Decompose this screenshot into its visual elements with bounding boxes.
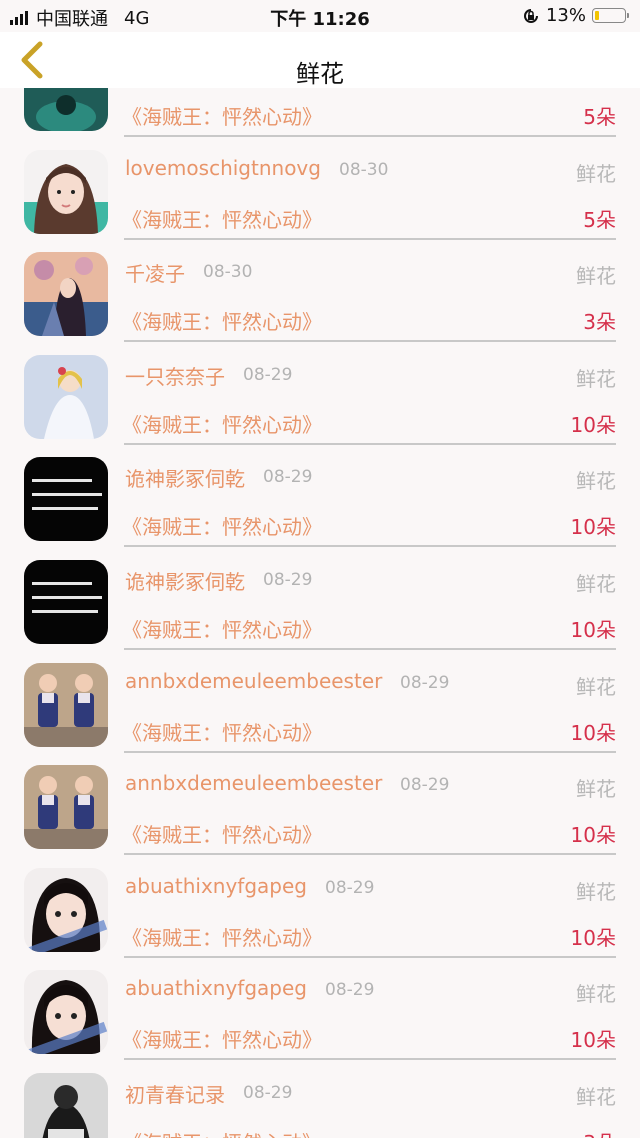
flower-count: 3朵 [583, 310, 616, 335]
avatar[interactable] [24, 559, 108, 644]
gift-date: 08-30 [339, 159, 389, 180]
book-title[interactable]: 《海贼王：怦然心动》 [122, 511, 322, 540]
battery-info: 13% [522, 5, 629, 26]
list-item[interactable]: abuathixnyfgapeg 08-29 鲜花 《海贼王：怦然心动》 10朵 [0, 958, 640, 1061]
gift-type: 鲜花 [576, 264, 616, 289]
flower-count: 10朵 [570, 925, 616, 950]
avatar[interactable] [24, 252, 108, 337]
flower-count: 10朵 [570, 1028, 616, 1053]
book-title[interactable]: 《海贼王：怦然心动》 [122, 819, 322, 848]
gift-type: 鲜花 [576, 1084, 616, 1109]
page-title: 鲜花 [296, 60, 344, 88]
gift-list[interactable]: 《海贼王：怦然心动》 5朵 lovemoschigtnnovg 08-30 鲜花… [0, 88, 640, 1138]
book-title[interactable]: 《海贼王：怦然心动》 [122, 614, 322, 643]
list-item[interactable]: 千凌子 08-30 鲜花 《海贼王：怦然心动》 3朵 [0, 240, 640, 343]
gift-date: 08-29 [325, 877, 375, 898]
avatar[interactable] [24, 662, 108, 747]
gift-type: 鲜花 [576, 571, 616, 596]
flower-count: 10朵 [570, 515, 616, 540]
list-item[interactable]: 《海贼王：怦然心动》 5朵 [0, 88, 640, 138]
avatar[interactable] [24, 1072, 108, 1138]
avatar[interactable] [24, 354, 108, 439]
list-item[interactable]: annbxdemeuleembeester 08-29 鲜花 《海贼王：怦然心动… [0, 651, 640, 754]
navigation-bar: 鲜花 [0, 32, 640, 88]
list-item[interactable]: annbxdemeuleembeester 08-29 鲜花 《海贼王：怦然心动… [0, 753, 640, 856]
gift-date: 08-29 [400, 672, 450, 693]
user-name[interactable]: lovemoschigtnnovg [125, 156, 321, 180]
gift-date: 08-29 [243, 1082, 293, 1103]
list-item[interactable]: abuathixnyfgapeg 08-29 鲜花 《海贼王：怦然心动》 10朵 [0, 856, 640, 959]
gift-date: 08-29 [400, 775, 450, 796]
flower-count: 10朵 [570, 823, 616, 848]
flower-count: 5朵 [583, 207, 616, 232]
user-name[interactable]: annbxdemeuleembeester [125, 771, 382, 795]
user-name[interactable]: annbxdemeuleembeester [125, 669, 382, 693]
orientation-lock-icon [524, 8, 538, 23]
book-title[interactable]: 《海贼王：怦然心动》 [122, 306, 322, 335]
avatar[interactable] [24, 867, 108, 952]
list-item[interactable]: lovemoschigtnnovg 08-30 鲜花 《海贼王：怦然心动》 5朵 [0, 138, 640, 241]
gift-type: 鲜花 [576, 982, 616, 1007]
user-name[interactable]: abuathixnyfgapeg [125, 976, 307, 1000]
avatar[interactable] [24, 457, 108, 542]
list-item[interactable]: 一只奈奈子 08-29 鲜花 《海贼王：怦然心动》 10朵 [0, 343, 640, 446]
gift-date: 08-30 [203, 262, 253, 283]
book-title[interactable]: 《海贼王：怦然心动》 [122, 1127, 322, 1138]
flower-count: 5朵 [583, 105, 616, 129]
gift-type: 鲜花 [576, 469, 616, 494]
battery-percent: 13% [545, 5, 586, 26]
avatar[interactable] [24, 765, 108, 850]
avatar[interactable] [24, 88, 108, 131]
gift-date: 08-29 [325, 980, 375, 1001]
gift-type: 鲜花 [576, 777, 616, 802]
user-name[interactable]: 初青春记录 [125, 1079, 225, 1108]
book-title[interactable]: 《海贼王：怦然心动》 [122, 101, 322, 130]
gift-type: 鲜花 [576, 161, 616, 186]
book-title[interactable]: 《海贼王：怦然心动》 [122, 922, 322, 951]
gift-type: 鲜花 [576, 879, 616, 904]
list-item[interactable]: 诡神影冢伺乾 08-29 鲜花 《海贼王：怦然心动》 10朵 [0, 548, 640, 651]
battery-icon [592, 8, 629, 23]
user-name[interactable]: 一只奈奈子 [125, 361, 225, 390]
flower-count: 10朵 [570, 720, 616, 745]
flower-count: 10朵 [570, 412, 616, 437]
user-name[interactable]: 诡神影冢伺乾 [125, 566, 245, 595]
status-bar: 中国联通 4G 下午 11:26 13% [0, 0, 640, 32]
gift-date: 08-29 [263, 467, 313, 488]
book-title[interactable]: 《海贼王：怦然心动》 [122, 1024, 322, 1053]
gift-date: 08-29 [243, 364, 293, 385]
book-title[interactable]: 《海贼王：怦然心动》 [122, 409, 322, 438]
flower-count: 10朵 [570, 617, 616, 642]
avatar[interactable] [24, 970, 108, 1055]
avatar[interactable] [24, 149, 108, 234]
gift-type: 鲜花 [576, 674, 616, 699]
flower-count: 3朵 [583, 1127, 616, 1138]
user-name[interactable]: 千凌子 [125, 258, 185, 287]
book-title[interactable]: 《海贼王：怦然心动》 [122, 717, 322, 746]
user-name[interactable]: 诡神影冢伺乾 [125, 463, 245, 492]
list-item[interactable]: 诡神影冢伺乾 08-29 鲜花 《海贼王：怦然心动》 10朵 [0, 445, 640, 548]
user-name[interactable]: abuathixnyfgapeg [125, 874, 307, 898]
gift-type: 鲜花 [576, 366, 616, 391]
list-item[interactable]: 初青春记录 08-29 鲜花 《海贼王：怦然心动》 3朵 [0, 1061, 640, 1138]
gift-date: 08-29 [263, 569, 313, 590]
book-title[interactable]: 《海贼王：怦然心动》 [122, 204, 322, 233]
